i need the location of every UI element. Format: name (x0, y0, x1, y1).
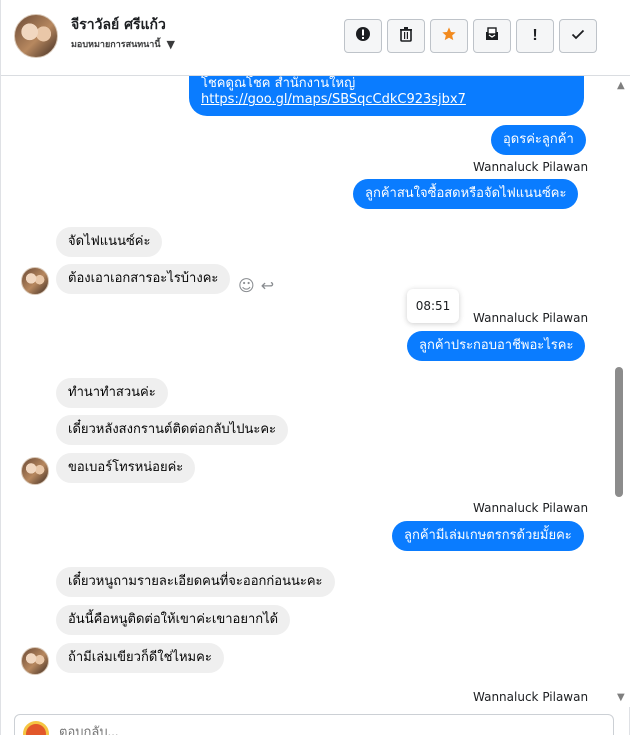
archive-icon (484, 26, 500, 46)
sender-name: Wannaluck Pilawan (473, 160, 589, 174)
map-link[interactable]: https://goo.gl/maps/SBSqcCdkC923sjbx7 (201, 92, 466, 107)
message-bubble-outgoing[interactable]: โชคดูณโชค สำนักงานใหญ่ https://goo.gl/ma… (189, 76, 584, 116)
message-text: ลูกค้ามีเล่มเกษตรกรด้วยมั้ยคะ (404, 528, 572, 543)
message-bubble-incoming[interactable]: อันนี้คือหนูติดต่อให้เขาค่ะเขาอยากได้ (56, 605, 291, 636)
message-bubble-incoming[interactable]: ถ้ามีเล่มเขียวก็ดีใช่ไหมคะ (56, 643, 224, 674)
contact-name[interactable]: จีราวัลย์ ศรีแก้ว (71, 14, 166, 36)
archive-button[interactable] (473, 19, 511, 53)
react-emoji-icon[interactable]: ☺ (238, 276, 255, 295)
message-bubble-incoming[interactable]: เดี๋ยวหนูถามรายละเอียดคนที่จะออกก่อนนะคะ (56, 567, 335, 598)
message-bubble-incoming[interactable]: จัดไฟแนนซ์ค่ะ (56, 227, 163, 258)
message-text: เดี๋ยวหลังสงกรานต์ติดต่อกลับไปนะคะ (68, 422, 277, 437)
assign-conversation-dropdown[interactable]: มอบหมายการสนทนานี้ ▼ (71, 37, 175, 51)
message-text: ถ้ามีเล่มเขียวก็ดีใช่ไหมคะ (68, 650, 212, 665)
contact-avatar[interactable] (14, 14, 58, 58)
message-thread[interactable]: โชคดูณโชค สำนักงานใหญ่ https://goo.gl/ma… (1, 76, 613, 707)
message-bubble-incoming[interactable]: เดี๋ยวหลังสงกรานต์ติดต่อกลับไปนะคะ (56, 415, 289, 446)
message-text: เดี๋ยวหนูถามรายละเอียดคนที่จะออกก่อนนะคะ (68, 574, 323, 589)
scroll-up-arrow-icon[interactable]: ▲ (617, 80, 625, 91)
sender-name: Wannaluck Pilawan (473, 311, 589, 325)
message-text: อันนี้คือหนูติดต่อให้เขาค่ะเขาอยากได้ (68, 612, 279, 627)
reply-input[interactable] (59, 724, 459, 735)
reply-icon[interactable]: ↩ (261, 276, 274, 295)
message-bubble-incoming[interactable]: ขอเบอร์โทรหน่อยค่ะ (56, 453, 196, 484)
message-bubble-outgoing[interactable]: ลูกค้ามีเล่มเกษตรกรด้วยมั้ยคะ (392, 521, 584, 552)
conversation-actions: ! (344, 19, 597, 53)
message-text: ทำนาทำสวนค่ะ (68, 385, 156, 400)
messenger-window: จีราวัลย์ ศรีแก้ว มอบหมายการสนทนานี้ ▼ !… (0, 0, 630, 735)
contact-avatar-small[interactable] (21, 267, 49, 295)
message-text: ลูกค้าประกอบอาชีพอะไรคะ (419, 338, 574, 353)
thread-scrollbar[interactable]: ▲ ▼ (613, 76, 630, 707)
message-bubble-incoming[interactable]: ต้องเอาเอกสารอะไรบ้างคะ (56, 264, 231, 295)
message-bubble-outgoing[interactable]: ลูกค้าประกอบอาชีพอะไรคะ (407, 331, 586, 362)
contact-avatar-small[interactable] (21, 647, 49, 675)
message-text: โชคดูณโชค สำนักงานใหญ่ (201, 76, 356, 91)
message-bubble-outgoing[interactable]: ลูกค้าสนใจซื้อสดหรือจัดไฟแนนซ์คะ (353, 179, 579, 210)
star-button[interactable] (430, 19, 468, 53)
message-text: จัดไฟแนนซ์ค่ะ (68, 234, 151, 249)
alert-circle-icon (355, 26, 371, 46)
message-hover-actions: ☺ ↩ (238, 276, 274, 295)
conversation-header: จีราวัลย์ ศรีแก้ว มอบหมายการสนทนานี้ ▼ ! (1, 0, 630, 76)
scroll-down-arrow-icon[interactable]: ▼ (617, 692, 625, 703)
timestamp-tooltip: 08:51 (407, 289, 459, 323)
message-text: ลูกค้าสนใจซื้อสดหรือจัดไฟแนนซ์คะ (365, 186, 567, 201)
exclamation-icon: ! (532, 27, 538, 44)
assign-conversation-label: มอบหมายการสนทนานี้ (71, 40, 161, 50)
message-text: อุดรค่ะลูกค้า (503, 132, 574, 147)
scrollbar-thumb[interactable] (615, 367, 623, 497)
sender-name: Wannaluck Pilawan (473, 690, 589, 704)
delete-button[interactable] (387, 19, 425, 53)
star-icon (441, 26, 457, 46)
page-avatar (23, 721, 49, 735)
message-bubble-outgoing[interactable]: อุดรค่ะลูกค้า (491, 125, 586, 156)
message-bubble-incoming[interactable]: ทำนาทำสวนค่ะ (56, 378, 168, 409)
contact-avatar-small[interactable] (21, 457, 49, 485)
check-icon (570, 26, 586, 46)
message-text: ต้องเอาเอกสารอะไรบ้างคะ (68, 271, 219, 286)
sender-name: Wannaluck Pilawan (473, 501, 589, 515)
message-text: ขอเบอร์โทรหน่อยค่ะ (68, 460, 184, 475)
trash-icon (398, 26, 414, 46)
mark-unread-button[interactable]: ! (516, 19, 554, 53)
mark-spam-button[interactable] (344, 19, 382, 53)
chevron-down-icon: ▼ (166, 37, 175, 51)
reply-composer[interactable] (14, 714, 614, 735)
mark-done-button[interactable] (559, 19, 597, 53)
